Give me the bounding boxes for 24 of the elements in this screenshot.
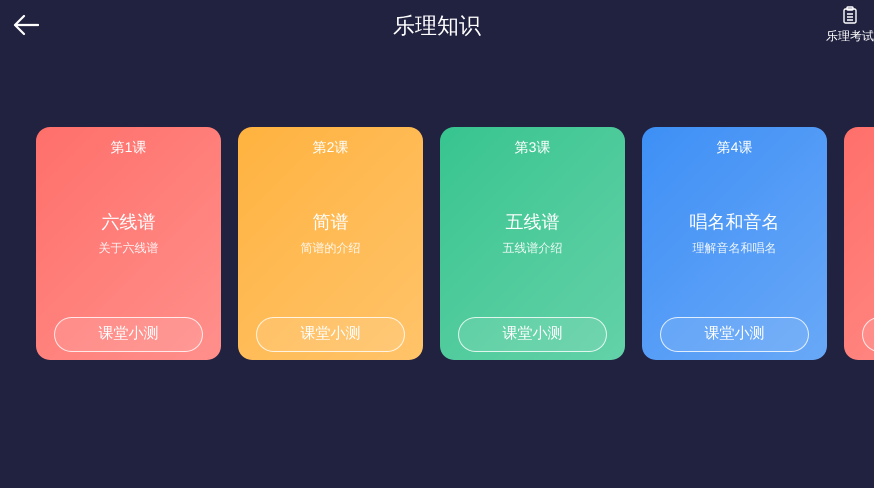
lesson-title: 六线谱 — [102, 211, 156, 234]
lesson-card[interactable]: 第4课 唱名和音名 理解音名和唱名 课堂小测 — [642, 127, 827, 360]
quiz-button[interactable]: 课堂小测 — [54, 317, 203, 352]
lesson-subtitle: 五线谱介绍 — [502, 240, 562, 257]
lesson-subtitle: 理解音名和唱名 — [692, 240, 776, 257]
clipboard-icon — [843, 6, 857, 24]
page-title: 乐理知识 — [393, 12, 481, 40]
lesson-title: 唱名和音名 — [690, 211, 780, 234]
lesson-card[interactable]: 第1课 六线谱 关于六线谱 课堂小测 — [36, 127, 221, 360]
lesson-number: 第3课 — [514, 138, 550, 157]
lesson-number: 第4课 — [716, 138, 752, 157]
quiz-button[interactable]: 课堂小测 — [458, 317, 607, 352]
lesson-number: 第1课 — [110, 138, 146, 157]
lesson-subtitle: 简谱的介绍 — [300, 240, 360, 257]
lesson-subtitle: 关于六线谱 — [98, 240, 158, 257]
lesson-card[interactable]: 第2课 简谱 简谱的介绍 课堂小测 — [238, 127, 423, 360]
lesson-card[interactable]: 第3课 五线谱 五线谱介绍 课堂小测 — [440, 127, 625, 360]
lesson-title: 五线谱 — [506, 211, 560, 234]
quiz-button[interactable]: 课堂小测 — [256, 317, 405, 352]
exam-button[interactable]: 乐理考试 — [826, 6, 874, 44]
lesson-title: 简谱 — [312, 211, 348, 234]
lesson-number: 第2课 — [312, 138, 348, 157]
back-arrow-icon[interactable] — [13, 14, 39, 36]
quiz-button[interactable]: 课堂小测 — [660, 317, 809, 352]
